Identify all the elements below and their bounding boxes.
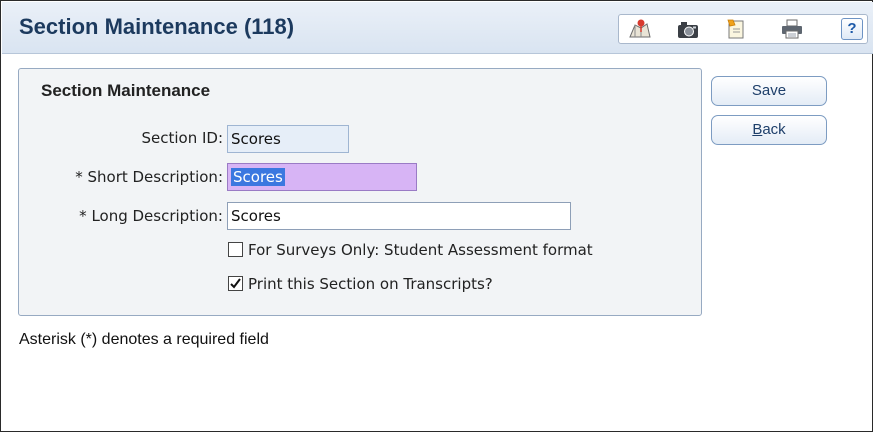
short-description-label: * Short Description: — [75, 168, 223, 186]
surveys-only-label: For Surveys Only: Student Assessment for… — [248, 241, 593, 259]
section-id-label: Section ID: — [141, 129, 223, 147]
section-maintenance-panel: Section Maintenance Section ID: Scores *… — [18, 68, 702, 316]
toolbar: ? — [618, 14, 868, 44]
help-icon: ? — [847, 20, 857, 37]
surveys-only-checkbox[interactable] — [228, 242, 243, 257]
print-on-transcripts-label: Print this Section on Transcripts? — [248, 275, 493, 293]
notes-icon[interactable] — [723, 17, 749, 41]
help-button[interactable]: ? — [841, 18, 863, 40]
panel-title: Section Maintenance — [41, 81, 211, 100]
print-on-transcripts-checkbox[interactable] — [228, 276, 243, 291]
map-pin-icon[interactable] — [627, 17, 653, 41]
window-frame: Section Maintenance (118) ? Section Main… — [0, 0, 873, 432]
printer-icon[interactable] — [779, 17, 805, 41]
short-description-input[interactable]: Scores — [227, 163, 417, 191]
back-accesskey: B — [752, 121, 763, 138]
save-button[interactable]: Save — [711, 76, 827, 106]
page-title: Section Maintenance (118) — [19, 14, 295, 39]
section-id-field: Scores — [227, 125, 349, 153]
back-label-rest: ack — [762, 121, 786, 138]
checkmark-icon — [230, 278, 241, 289]
short-description-selected-text: Scores — [231, 168, 285, 186]
title-bar: Section Maintenance (118) ? — [2, 2, 873, 54]
long-description-label: * Long Description: — [79, 207, 223, 225]
long-description-input[interactable]: Scores — [227, 202, 571, 230]
back-button[interactable]: Back — [711, 115, 827, 145]
required-field-note: Asterisk (*) denotes a required field — [19, 331, 269, 348]
camera-icon[interactable] — [675, 17, 701, 41]
